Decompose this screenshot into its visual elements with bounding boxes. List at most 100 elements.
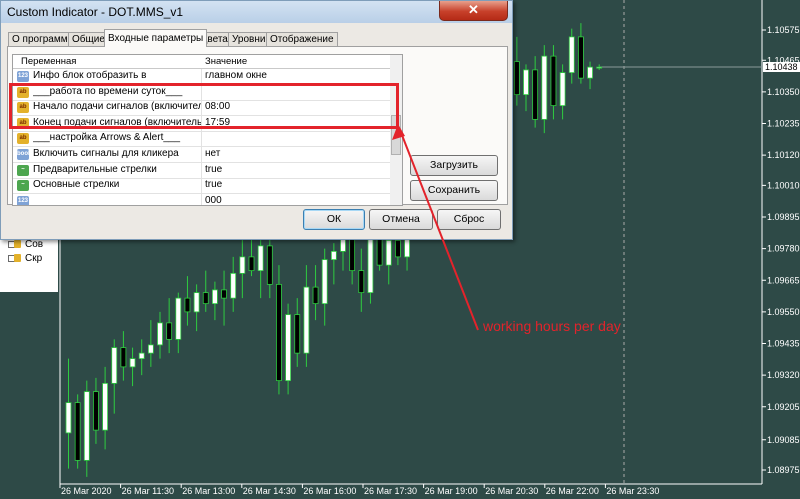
- param-type-ab-icon: ab: [17, 133, 29, 145]
- folder-icon: [8, 253, 21, 264]
- param-name: Начало подачи сигналов (включительно): [33, 101, 201, 113]
- price-label: 1.09665: [767, 275, 800, 285]
- save-button[interactable]: Сохранить: [410, 180, 498, 201]
- parameters-grid[interactable]: Переменная Значение 123 Инфо блок отобраз…: [12, 54, 392, 206]
- bear-candle: [532, 69, 539, 120]
- param-value[interactable]: true: [205, 179, 222, 190]
- param-name: Включить сигналы для кликера: [33, 148, 179, 159]
- price-label: 1.09780: [767, 244, 800, 254]
- tab-visualization[interactable]: Отображение: [266, 32, 338, 47]
- param-row[interactable]: ab ___работа по времени суток___: [13, 84, 391, 101]
- param-value[interactable]: 000: [205, 195, 222, 205]
- param-type-123-icon: 123: [17, 71, 29, 82]
- price-label: 1.09435: [767, 339, 800, 349]
- bear-candle: [513, 61, 520, 96]
- price-label: 1.10235: [767, 119, 800, 129]
- time-label: 26 Mar 14:30: [243, 486, 296, 496]
- price-label: 1.10120: [767, 150, 800, 160]
- bull-candle: [138, 352, 145, 360]
- param-row[interactable]: ~ Основные стрелки true: [13, 178, 391, 195]
- tab-about[interactable]: О программе: [8, 32, 78, 47]
- bull-candle: [193, 292, 200, 313]
- navigator-item-label: Скр: [25, 252, 43, 264]
- time-label: 26 Mar 17:30: [364, 486, 417, 496]
- tab-inputs[interactable]: Входные параметры: [104, 29, 208, 47]
- bear-candle: [120, 347, 127, 368]
- price-labels-group: 1.105751.104651.103501.102351.101201.100…: [762, 25, 800, 475]
- column-separator: [201, 69, 202, 84]
- param-row[interactable]: ab Начало подачи сигналов (включительно) 0…: [13, 100, 391, 117]
- price-label: 1.09895: [767, 212, 800, 222]
- bull-candle: [321, 259, 328, 305]
- bear-candle: [93, 391, 99, 431]
- column-separator: [201, 84, 202, 100]
- bear-candle: [276, 283, 282, 382]
- param-value[interactable]: true: [205, 164, 222, 175]
- param-type-ab-icon: ab: [17, 102, 29, 114]
- param-name: Основные стрелки: [33, 179, 120, 191]
- bear-candle: [221, 289, 227, 299]
- bear-candle: [184, 297, 191, 313]
- bear-candle: [202, 292, 209, 305]
- tab-levels[interactable]: Уровни: [228, 32, 270, 47]
- time-label: 26 Mar 13:00: [182, 486, 235, 496]
- bear-candle: [248, 256, 255, 272]
- col-header-variable[interactable]: Переменная: [21, 56, 76, 67]
- dialog-titlebar[interactable]: Custom Indicator - DOT.MMS_v1 ✕: [1, 1, 512, 23]
- price-label: 1.09085: [767, 435, 800, 445]
- param-row[interactable]: ab Конец подачи сигналов (включительно) 17…: [13, 115, 391, 132]
- col-header-value[interactable]: Значение: [205, 56, 247, 67]
- bull-candle: [111, 347, 118, 384]
- param-value[interactable]: 08:00: [205, 101, 230, 112]
- close-button[interactable]: ✕: [439, 1, 508, 21]
- bear-candle: [74, 402, 81, 461]
- time-label: 26 Mar 16:00: [303, 486, 356, 496]
- column-separator: [201, 115, 202, 131]
- param-row[interactable]: bool Включить сигналы для кликера нет: [13, 147, 391, 163]
- bull-candle: [157, 322, 163, 346]
- bear-candle: [358, 270, 365, 294]
- time-label: 26 Mar 23:30: [606, 486, 659, 496]
- folder-icon: [8, 239, 21, 250]
- param-value[interactable]: нет: [205, 148, 220, 159]
- bull-candle: [330, 250, 337, 261]
- param-type-ab-icon: ab: [17, 86, 29, 98]
- param-row[interactable]: 123 000: [13, 193, 391, 205]
- scrollbar-thumb[interactable]: [391, 115, 401, 155]
- param-value[interactable]: 17:59: [205, 117, 230, 128]
- time-label: 26 Mar 20:30: [485, 486, 538, 496]
- bull-candle: [129, 358, 136, 368]
- column-separator: [201, 193, 202, 205]
- load-button[interactable]: Загрузить: [410, 155, 498, 176]
- param-type-123-icon: 123: [17, 195, 29, 205]
- column-separator: [201, 178, 202, 194]
- bear-candle: [294, 314, 301, 354]
- bear-candle: [266, 245, 273, 285]
- price-label: 1.09205: [767, 402, 800, 412]
- column-separator: [201, 162, 202, 178]
- param-value[interactable]: главном окне: [205, 70, 267, 81]
- ok-button[interactable]: ОК: [303, 209, 365, 230]
- tab-common[interactable]: Общие: [68, 32, 109, 47]
- bear-candle: [312, 286, 319, 305]
- bull-candle: [541, 55, 548, 120]
- bear-candle: [550, 55, 557, 107]
- param-row[interactable]: ~ Предварительные стрелки true: [13, 162, 391, 179]
- param-type-ab-icon: ab: [17, 117, 29, 129]
- bull-candle: [587, 66, 593, 79]
- bear-candle: [394, 239, 401, 258]
- time-label: 26 Mar 11:30: [122, 486, 174, 496]
- param-row[interactable]: ab ___настройка Arrows & Alert___: [13, 131, 391, 148]
- navigator-item-scripts[interactable]: Скр: [8, 251, 42, 265]
- reset-button[interactable]: Сброс: [437, 209, 501, 230]
- param-row[interactable]: 123 Инфо блок отобразить в главном окне: [13, 69, 391, 85]
- dialog-title: Custom Indicator - DOT.MMS_v1: [7, 5, 184, 19]
- cancel-button[interactable]: Отмена: [369, 209, 433, 230]
- price-label: 1.09550: [767, 307, 800, 317]
- bull-candle: [596, 66, 603, 69]
- bull-candle: [211, 289, 218, 305]
- grid-scrollbar[interactable]: [390, 54, 403, 206]
- price-label: 1.10575: [767, 25, 800, 35]
- close-icon: ✕: [468, 2, 479, 17]
- grid-header: Переменная Значение: [13, 55, 391, 69]
